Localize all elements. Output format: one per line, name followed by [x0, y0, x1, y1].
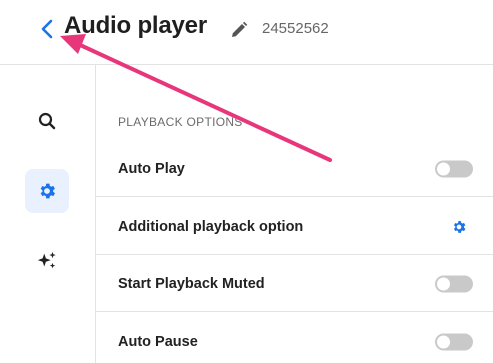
- search-icon: [38, 112, 56, 130]
- setting-row-auto-play: Auto Play: [96, 141, 493, 197]
- page-title: Audio player: [64, 12, 207, 39]
- sidebar-item-ai[interactable]: [25, 239, 69, 283]
- setting-label: Start Playback Muted: [118, 275, 265, 292]
- start-muted-toggle[interactable]: [435, 275, 473, 292]
- section-heading: PLAYBACK OPTIONS: [118, 115, 243, 129]
- auto-pause-toggle[interactable]: [435, 333, 473, 351]
- sidebar-item-search[interactable]: [25, 99, 69, 143]
- setting-label: Auto Pause: [118, 334, 198, 350]
- setting-label: Additional playback option: [118, 218, 304, 235]
- setting-label: Auto Play: [118, 160, 185, 177]
- back-button[interactable]: [36, 16, 58, 42]
- settings-panel: PLAYBACK OPTIONS Auto Play Additional pl…: [96, 65, 493, 363]
- edit-title-button[interactable]: [230, 21, 248, 39]
- toggle-knob: [437, 162, 450, 175]
- setting-row-additional-playback[interactable]: Additional playback option: [96, 199, 493, 255]
- sparkles-icon: [37, 251, 56, 269]
- toggle-knob: [437, 335, 450, 349]
- sidebar: [0, 65, 95, 363]
- setting-row-auto-pause: Auto Pause: [96, 314, 493, 363]
- chevron-left-icon: [41, 19, 53, 39]
- page-header: Audio player 24552562: [0, 0, 493, 58]
- sidebar-item-settings[interactable]: [25, 169, 69, 213]
- pencil-icon: [232, 21, 248, 37]
- audio-player-settings-page: Audio player 24552562 PLAYBACK OPTIONS A…: [0, 0, 493, 363]
- page-id: 24552562: [262, 20, 329, 37]
- auto-play-toggle[interactable]: [435, 160, 473, 177]
- gear-icon[interactable]: [451, 219, 467, 235]
- toggle-knob: [437, 277, 450, 290]
- setting-row-start-muted: Start Playback Muted: [96, 256, 493, 312]
- gear-icon: [40, 183, 55, 199]
